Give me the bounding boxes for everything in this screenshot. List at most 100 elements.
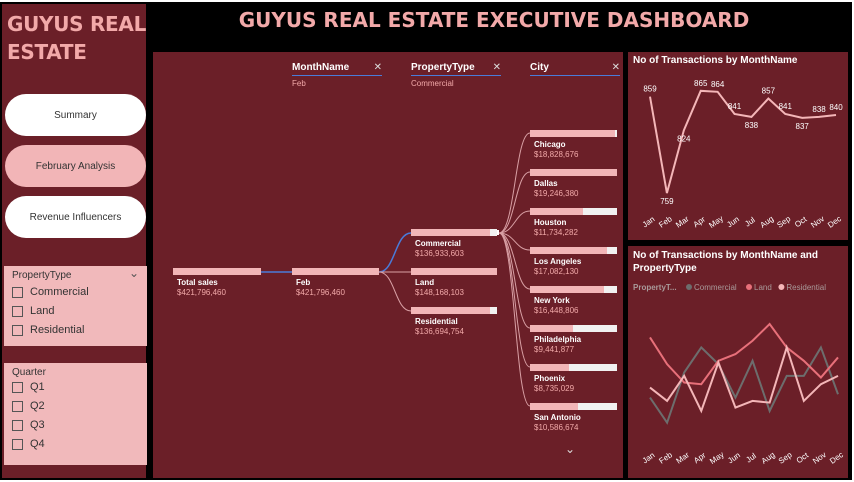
x-tick-label: Mar bbox=[674, 214, 691, 229]
node-name: Land bbox=[415, 278, 435, 287]
legend-marker bbox=[746, 284, 752, 290]
checkbox-icon[interactable] bbox=[12, 305, 23, 317]
node-value: $136,933,603 bbox=[415, 249, 464, 258]
option-label: Commercial bbox=[30, 286, 89, 298]
connector-commercial-city bbox=[498, 132, 531, 234]
x-tick-label: Nov bbox=[811, 450, 828, 466]
node-name: Residential bbox=[415, 317, 458, 326]
x-tick-label: Mar bbox=[675, 450, 692, 465]
chevron-down-icon[interactable]: ⌄ bbox=[565, 442, 575, 456]
node-value: $18,828,676 bbox=[534, 150, 579, 159]
node-bar-fill bbox=[411, 307, 491, 314]
connector-month-commercial bbox=[378, 232, 412, 273]
node-name: San Antonio bbox=[534, 413, 581, 422]
node-value: $148,168,103 bbox=[415, 288, 464, 297]
transactions-by-month-type-panel: No of Transactions by MonthName and Prop… bbox=[628, 246, 848, 478]
x-tick-label: May bbox=[708, 450, 726, 466]
slicer-option-commercial[interactable]: Commercial bbox=[12, 286, 89, 298]
node-bar-commercial[interactable] bbox=[411, 229, 497, 236]
checkbox-icon[interactable] bbox=[12, 438, 23, 450]
node-bar-total[interactable] bbox=[173, 268, 261, 275]
node-label-city: Dallas $19,246,380 bbox=[534, 179, 579, 199]
node-bar-city[interactable] bbox=[530, 364, 617, 371]
node-name: Los Angeles bbox=[534, 257, 582, 266]
legend-label: Commercial bbox=[694, 283, 737, 292]
data-label: 841 bbox=[779, 102, 793, 111]
slicer-option-land[interactable]: Land bbox=[12, 305, 54, 317]
node-value: $421,796,460 bbox=[177, 288, 226, 297]
node-bar-land[interactable] bbox=[411, 268, 497, 275]
node-label-city: Chicago $18,828,676 bbox=[534, 140, 579, 160]
checkbox-icon[interactable] bbox=[12, 286, 23, 298]
node-value: $136,694,754 bbox=[415, 327, 464, 336]
node-label-city: Houston $11,734,282 bbox=[534, 218, 578, 238]
node-bar-city[interactable] bbox=[530, 403, 617, 410]
node-label-city: New York $16,448,806 bbox=[534, 296, 579, 316]
transactions-by-month-chart: 859759824865 864841838857841837838 840Jan F… bbox=[641, 79, 844, 230]
node-name: Philadelphia bbox=[534, 335, 582, 344]
slicer-option-residential[interactable]: Residential bbox=[12, 324, 84, 336]
x-tick-label: Oct bbox=[793, 214, 809, 229]
transactions-by-month-type-chart: PropertyT... Commercial Land Residential Jan… bbox=[633, 283, 845, 466]
x-tick-label: Aug bbox=[760, 450, 777, 466]
legend-marker bbox=[686, 284, 692, 290]
data-label: 840 bbox=[829, 103, 843, 112]
node-value: $8,735,029 bbox=[534, 384, 575, 393]
node-bar-fill bbox=[530, 364, 570, 371]
nav-february-analysis-button[interactable]: February Analysis bbox=[5, 145, 146, 187]
nav-revenue-influencers-button[interactable]: Revenue Influencers bbox=[5, 196, 146, 238]
data-label: 824 bbox=[677, 134, 691, 143]
decomposition-tree: MonthName ✕ Feb PropertyType ✕ Commercia… bbox=[153, 52, 623, 478]
slicer-option-q3[interactable]: Q3 bbox=[12, 419, 45, 431]
slicer-option-q4[interactable]: Q4 bbox=[12, 438, 45, 450]
x-tick-label: Oct bbox=[795, 450, 811, 465]
x-tick-label: Nov bbox=[809, 214, 826, 230]
node-name: Total sales bbox=[177, 278, 218, 287]
property-type-slicer-title: PropertyType bbox=[12, 270, 72, 281]
node-bar-feb[interactable] bbox=[292, 268, 379, 275]
legend-label: Land bbox=[754, 283, 772, 292]
slicer-option-q1[interactable]: Q1 bbox=[12, 381, 45, 393]
node-bar-city[interactable] bbox=[530, 247, 617, 254]
data-label: 837 bbox=[796, 122, 810, 131]
legend-marker bbox=[778, 284, 785, 290]
x-tick-label: Dec bbox=[828, 450, 845, 466]
connector-commercial-city bbox=[498, 232, 531, 368]
node-label-city: Philadelphia $9,441,877 bbox=[534, 335, 581, 355]
node-bar-fill bbox=[530, 286, 604, 293]
data-label: 865 bbox=[694, 79, 708, 88]
node-bar-city[interactable] bbox=[530, 286, 617, 293]
node-bar-city[interactable] bbox=[530, 130, 617, 137]
nav-summary-button[interactable]: Summary bbox=[5, 94, 146, 136]
node-label-feb: Feb $421,796,460 bbox=[296, 278, 345, 298]
node-bar-city[interactable] bbox=[530, 169, 617, 176]
slicer-option-q2[interactable]: Q2 bbox=[12, 400, 45, 412]
node-bar-fill bbox=[411, 229, 491, 236]
series-line-land bbox=[649, 322, 839, 386]
x-tick-label: May bbox=[707, 214, 725, 230]
option-label: Land bbox=[30, 305, 55, 317]
node-bar-city[interactable] bbox=[530, 325, 617, 332]
node-name: Feb bbox=[296, 278, 311, 287]
node-value: $10,586,674 bbox=[534, 423, 579, 432]
checkbox-icon[interactable] bbox=[12, 381, 23, 393]
option-label: Q1 bbox=[30, 381, 45, 393]
node-value: $421,796,460 bbox=[296, 288, 345, 297]
checkbox-icon[interactable] bbox=[12, 324, 23, 336]
node-bar-residential[interactable] bbox=[411, 307, 497, 314]
node-bar-city[interactable] bbox=[530, 208, 617, 215]
data-label: 857 bbox=[762, 87, 776, 96]
x-tick-label: Sep bbox=[777, 450, 794, 466]
connector-commercial-city bbox=[498, 171, 531, 234]
checkbox-icon[interactable] bbox=[12, 419, 23, 431]
x-tick-label: Sep bbox=[775, 214, 792, 230]
node-value: $11,734,282 bbox=[534, 228, 578, 237]
node-value: $16,448,806 bbox=[534, 306, 579, 315]
quarter-slicer: Quarter Q1 Q2 Q3 Q4 bbox=[4, 363, 147, 465]
node-label-land: Land $148,168,103 bbox=[415, 278, 464, 298]
option-label: Residential bbox=[30, 324, 85, 336]
option-label: Q2 bbox=[30, 400, 45, 412]
chevron-down-icon[interactable]: ⌄ bbox=[129, 266, 139, 280]
checkbox-icon[interactable] bbox=[12, 400, 23, 412]
x-tick-label: Aug bbox=[759, 214, 776, 230]
